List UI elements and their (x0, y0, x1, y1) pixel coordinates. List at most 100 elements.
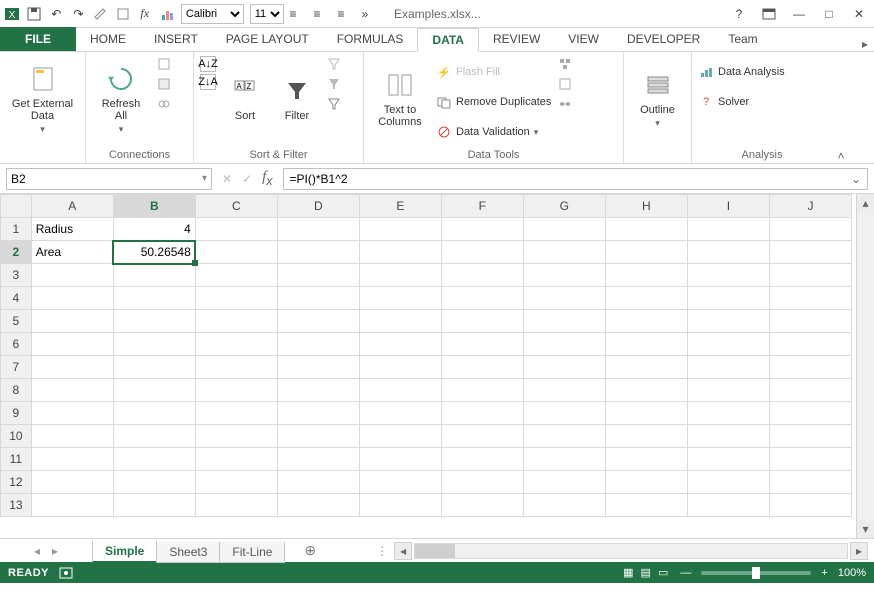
cell-I1[interactable] (687, 218, 769, 241)
cell-J4[interactable] (769, 287, 851, 310)
cell-B2[interactable]: 50.26548 (113, 241, 195, 264)
cell-B11[interactable] (113, 448, 195, 471)
cell-H6[interactable] (605, 333, 687, 356)
col-header-B[interactable]: B (113, 195, 195, 218)
cell-G11[interactable] (523, 448, 605, 471)
align-center-icon[interactable]: ≡ (308, 5, 326, 23)
cell-A4[interactable] (31, 287, 113, 310)
cell-A5[interactable] (31, 310, 113, 333)
advanced-icon[interactable] (326, 96, 342, 112)
cell-E11[interactable] (359, 448, 441, 471)
cell-H1[interactable] (605, 218, 687, 241)
tab-view[interactable]: VIEW (554, 27, 613, 51)
chart-icon[interactable] (159, 5, 175, 23)
sheet-tab-fitline[interactable]: Fit-Line (219, 542, 285, 563)
text-to-columns-button[interactable]: Text to Columns (370, 56, 430, 140)
cell-D9[interactable] (277, 402, 359, 425)
page-break-icon[interactable]: ▭ (656, 567, 670, 579)
cell-I5[interactable] (687, 310, 769, 333)
row-header-12[interactable]: 12 (1, 471, 32, 494)
cell-J11[interactable] (769, 448, 851, 471)
col-header-A[interactable]: A (31, 195, 113, 218)
reapply-icon[interactable] (326, 76, 342, 92)
cell-A6[interactable] (31, 333, 113, 356)
tab-developer[interactable]: DEVELOPER (613, 27, 714, 51)
cell-B10[interactable] (113, 425, 195, 448)
cell-G1[interactable] (523, 218, 605, 241)
cell-J3[interactable] (769, 264, 851, 287)
cell-D7[interactable] (277, 356, 359, 379)
whatif-icon[interactable] (557, 76, 573, 92)
row-header-2[interactable]: 2 (1, 241, 32, 264)
cell-J7[interactable] (769, 356, 851, 379)
cell-I8[interactable] (687, 379, 769, 402)
cell-I10[interactable] (687, 425, 769, 448)
clear-icon[interactable] (326, 56, 342, 72)
cell-F8[interactable] (441, 379, 523, 402)
formula-bar[interactable]: =PI()*B1^2 ⌄ (283, 168, 868, 190)
cell-E6[interactable] (359, 333, 441, 356)
scroll-down-icon[interactable]: ▾ (857, 520, 874, 538)
cell-A9[interactable] (31, 402, 113, 425)
fx-icon[interactable]: fx (137, 5, 153, 23)
cell-C3[interactable] (195, 264, 277, 287)
cell-G3[interactable] (523, 264, 605, 287)
cell-E8[interactable] (359, 379, 441, 402)
cell-D1[interactable] (277, 218, 359, 241)
cell-C7[interactable] (195, 356, 277, 379)
cell-C2[interactable] (195, 241, 277, 264)
cell-B12[interactable] (113, 471, 195, 494)
outline-button[interactable]: Outline ▾ (630, 56, 685, 140)
cell-I9[interactable] (687, 402, 769, 425)
align-right-icon[interactable]: ≡ (332, 5, 350, 23)
cell-grid[interactable]: A B C D E F G H I J 1Radius42Area50.2654… (0, 194, 852, 517)
row-header-11[interactable]: 11 (1, 448, 32, 471)
col-header-J[interactable]: J (769, 195, 851, 218)
cell-D4[interactable] (277, 287, 359, 310)
cell-B13[interactable] (113, 494, 195, 517)
cell-E3[interactable] (359, 264, 441, 287)
cell-B7[interactable] (113, 356, 195, 379)
sort-asc-icon[interactable]: A↓Z (200, 56, 216, 72)
row-header-7[interactable]: 7 (1, 356, 32, 379)
redo-icon[interactable]: ↷ (70, 5, 86, 23)
file-tab[interactable]: FILE (0, 27, 76, 51)
cell-F7[interactable] (441, 356, 523, 379)
col-header-C[interactable]: C (195, 195, 277, 218)
name-box[interactable]: B2 ▾ (6, 168, 212, 190)
col-header-E[interactable]: E (359, 195, 441, 218)
macro-record-icon[interactable] (59, 567, 73, 579)
cell-H4[interactable] (605, 287, 687, 310)
cell-E1[interactable] (359, 218, 441, 241)
chevron-down-icon[interactable]: ▾ (202, 173, 207, 184)
cell-J6[interactable] (769, 333, 851, 356)
cell-G6[interactable] (523, 333, 605, 356)
cell-F2[interactable] (441, 241, 523, 264)
solver-button[interactable]: ? Solver (698, 90, 785, 114)
col-header-F[interactable]: F (441, 195, 523, 218)
expand-formula-icon[interactable]: ⌄ (851, 172, 861, 186)
cell-D2[interactable] (277, 241, 359, 264)
tab-home[interactable]: HOME (76, 27, 140, 51)
page-layout-icon[interactable]: ▤ (639, 567, 653, 579)
cell-J8[interactable] (769, 379, 851, 402)
cell-I4[interactable] (687, 287, 769, 310)
cell-I2[interactable] (687, 241, 769, 264)
maximize-icon[interactable]: □ (818, 3, 840, 25)
cell-J10[interactable] (769, 425, 851, 448)
cell-A7[interactable] (31, 356, 113, 379)
data-analysis-button[interactable]: Data Analysis (698, 60, 785, 84)
cell-A13[interactable] (31, 494, 113, 517)
cell-B8[interactable] (113, 379, 195, 402)
cell-E9[interactable] (359, 402, 441, 425)
sheet-tab-simple[interactable]: Simple (92, 541, 157, 563)
cell-E7[interactable] (359, 356, 441, 379)
cell-G8[interactable] (523, 379, 605, 402)
cell-F9[interactable] (441, 402, 523, 425)
edit-links-icon[interactable] (156, 96, 172, 112)
cell-G12[interactable] (523, 471, 605, 494)
cell-E12[interactable] (359, 471, 441, 494)
cell-F10[interactable] (441, 425, 523, 448)
cell-G4[interactable] (523, 287, 605, 310)
cell-B9[interactable] (113, 402, 195, 425)
